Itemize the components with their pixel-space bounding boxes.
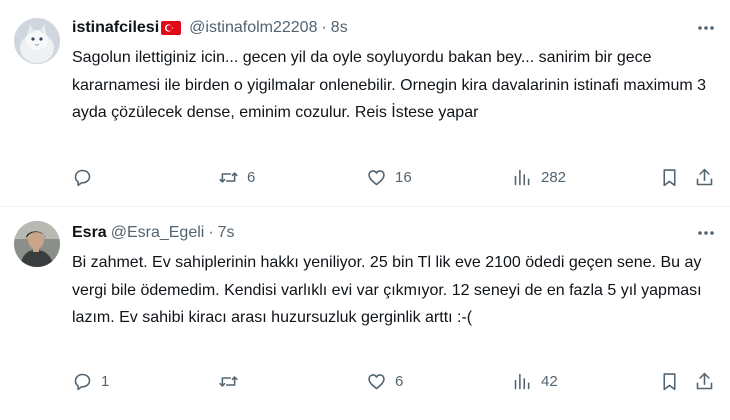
view-count: 42 (541, 372, 558, 390)
like-button[interactable]: 16 (366, 166, 412, 188)
more-icon[interactable] (696, 223, 716, 243)
bookmark-icon (663, 168, 676, 186)
like-icon (368, 373, 385, 389)
display-name[interactable]: istinafcilesi (72, 19, 159, 37)
avatar[interactable] (14, 221, 60, 267)
tweet-text: Bi zahmet. Ev sahiplerinin hakkı yeniliy… (72, 254, 702, 326)
avatar[interactable] (14, 18, 60, 64)
more-icon[interactable] (696, 18, 716, 38)
turkey-flag-icon (161, 21, 182, 35)
share-button[interactable] (694, 166, 715, 188)
like-count: 16 (395, 168, 412, 186)
like-icon (368, 169, 385, 185)
view-count: 282 (541, 168, 567, 186)
retweet-icon (219, 375, 238, 387)
reply-count: 1 (101, 372, 110, 390)
share-icon (696, 168, 713, 185)
tweet[interactable]: Esra @Esra_Egeli · 7s Bi zahmet. Ev sahi… (0, 207, 730, 420)
reply-icon (74, 169, 91, 186)
bookmark-button[interactable] (659, 166, 680, 188)
action-bar: 1 6 42 (72, 370, 722, 392)
views-button[interactable]: 282 (512, 166, 566, 188)
share-icon (696, 372, 713, 389)
timestamp[interactable]: 7s (218, 224, 235, 242)
like-button[interactable]: 6 (366, 370, 403, 392)
views-button[interactable]: 42 (512, 370, 558, 392)
retweet-count: 6 (247, 168, 256, 186)
retweet-button[interactable] (218, 370, 247, 392)
bookmark-button[interactable] (659, 370, 680, 392)
views-icon (514, 169, 530, 185)
user-handle[interactable]: @istinafolm22208 (189, 19, 317, 37)
retweet-button[interactable]: 6 (218, 166, 255, 188)
reply-icon (74, 373, 91, 390)
reply-button[interactable]: 1 (72, 370, 109, 392)
separator-dot: · (321, 19, 327, 36)
like-count: 6 (395, 372, 404, 390)
reply-button[interactable] (72, 166, 101, 188)
separator-dot: · (208, 224, 214, 241)
timestamp[interactable]: 8s (331, 19, 348, 37)
tweet-text: Sagolun ilettiginiz icin... gecen yil da… (72, 49, 707, 121)
bookmark-icon (663, 372, 676, 390)
user-handle[interactable]: @Esra_Egeli (111, 224, 205, 242)
action-bar: 6 16 282 (72, 166, 722, 188)
views-icon (514, 373, 530, 389)
tweet[interactable]: istinafcilesi @istinafolm22208 · 8s Sago… (0, 0, 730, 206)
share-button[interactable] (694, 370, 715, 392)
display-name[interactable]: Esra (72, 224, 107, 242)
retweet-icon (219, 171, 238, 183)
